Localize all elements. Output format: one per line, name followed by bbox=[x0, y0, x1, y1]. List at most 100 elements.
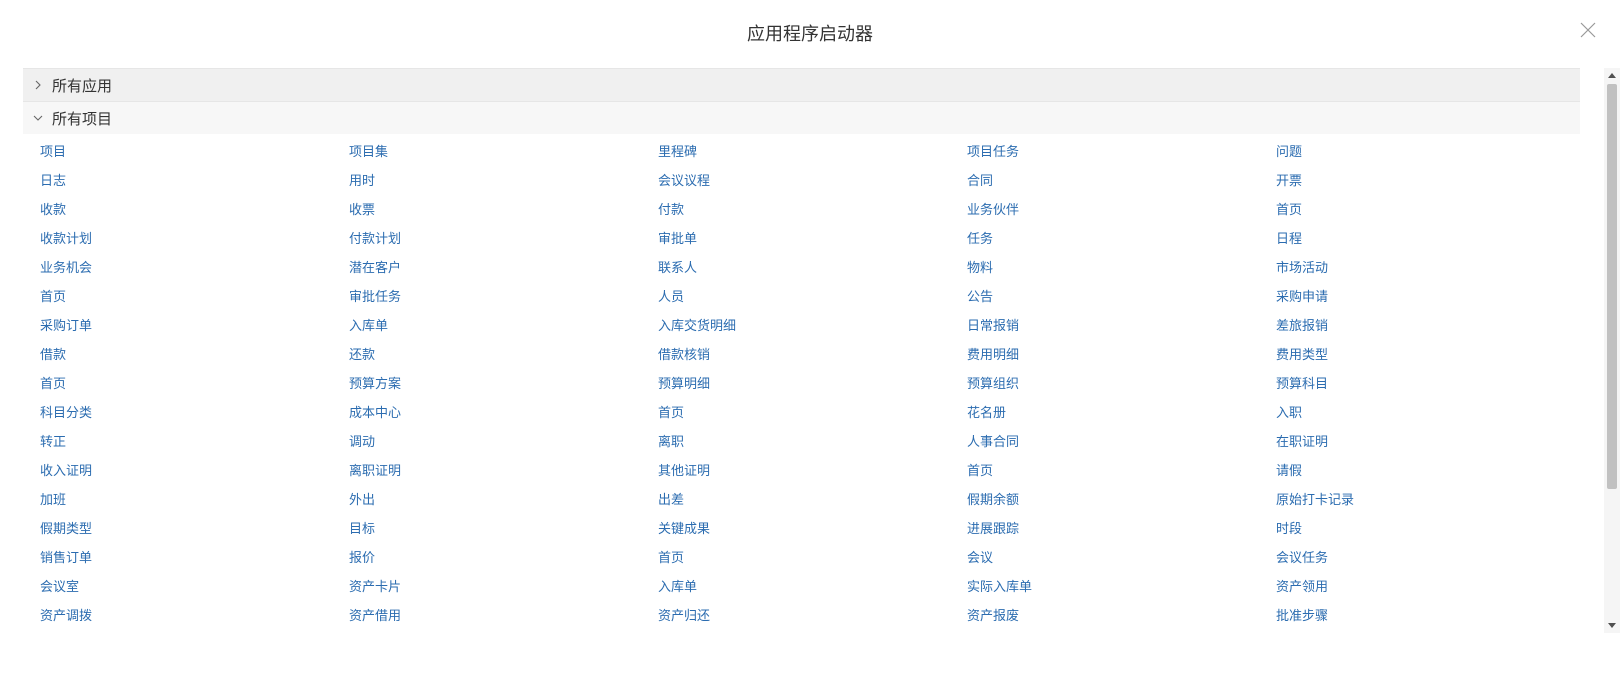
section-label-all-items: 所有项目 bbox=[52, 109, 113, 128]
launcher-item-link[interactable]: 首页 bbox=[658, 544, 967, 573]
launcher-item-link[interactable]: 外出 bbox=[349, 486, 658, 515]
launcher-item-link[interactable]: 会议 bbox=[967, 544, 1276, 573]
launcher-item-link[interactable]: 开票 bbox=[1276, 167, 1580, 196]
launcher-item-link[interactable]: 资产卡片 bbox=[349, 573, 658, 602]
launcher-item-link[interactable]: 问题 bbox=[1276, 138, 1580, 167]
launcher-item-link[interactable]: 付款计划 bbox=[349, 225, 658, 254]
launcher-item-link[interactable]: 业务伙伴 bbox=[967, 196, 1276, 225]
launcher-item-link[interactable]: 出差 bbox=[658, 486, 967, 515]
launcher-item-link[interactable]: 资产调拨 bbox=[40, 602, 349, 631]
scroll-up-arrow[interactable] bbox=[1604, 68, 1620, 82]
launcher-item-link[interactable]: 用时 bbox=[349, 167, 658, 196]
launcher-item-link[interactable]: 市场活动 bbox=[1276, 254, 1580, 283]
launcher-item-link[interactable]: 项目 bbox=[40, 138, 349, 167]
launcher-item-link[interactable]: 日志 bbox=[40, 167, 349, 196]
launcher-item-link[interactable]: 在职证明 bbox=[1276, 428, 1580, 457]
dialog-title: 应用程序启动器 bbox=[747, 24, 873, 45]
launcher-item-link[interactable]: 调动 bbox=[349, 428, 658, 457]
launcher-item-link[interactable]: 借款 bbox=[40, 341, 349, 370]
launcher-item-link[interactable]: 销售订单 bbox=[40, 544, 349, 573]
scrollbar-thumb[interactable] bbox=[1607, 84, 1617, 489]
launcher-item-link[interactable]: 公告 bbox=[967, 283, 1276, 312]
launcher-item-link[interactable]: 合同 bbox=[967, 167, 1276, 196]
launcher-item-link[interactable]: 预算明细 bbox=[658, 370, 967, 399]
launcher-item-link[interactable]: 潜在客户 bbox=[349, 254, 658, 283]
launcher-item-link[interactable]: 科目分类 bbox=[40, 399, 349, 428]
launcher-item-link[interactable]: 目标 bbox=[349, 515, 658, 544]
launcher-item-link[interactable]: 首页 bbox=[40, 370, 349, 399]
section-label-all-apps: 所有应用 bbox=[52, 76, 113, 95]
launcher-item-link[interactable]: 实际入库单 bbox=[967, 573, 1276, 602]
launcher-item-link[interactable]: 项目集 bbox=[349, 138, 658, 167]
launcher-item-link[interactable]: 花名册 bbox=[967, 399, 1276, 428]
launcher-item-link[interactable]: 请假 bbox=[1276, 457, 1580, 486]
launcher-item-link[interactable]: 任务 bbox=[967, 225, 1276, 254]
launcher-item-link[interactable]: 项目任务 bbox=[967, 138, 1276, 167]
launcher-item-link[interactable]: 进展跟踪 bbox=[967, 515, 1276, 544]
launcher-item-link[interactable]: 资产归还 bbox=[658, 602, 967, 631]
launcher-item-link[interactable]: 原始打卡记录 bbox=[1276, 486, 1580, 515]
close-icon bbox=[1578, 20, 1598, 40]
scroll-down-arrow[interactable] bbox=[1604, 619, 1620, 633]
vertical-scrollbar[interactable] bbox=[1604, 68, 1620, 633]
chevron-down-icon bbox=[32, 112, 44, 124]
launcher-item-link[interactable]: 入库单 bbox=[349, 312, 658, 341]
launcher-item-link[interactable]: 借款核销 bbox=[658, 341, 967, 370]
launcher-item-link[interactable]: 收票 bbox=[349, 196, 658, 225]
launcher-item-link[interactable]: 首页 bbox=[40, 283, 349, 312]
launcher-item-link[interactable]: 收款计划 bbox=[40, 225, 349, 254]
launcher-item-link[interactable]: 资产领用 bbox=[1276, 573, 1580, 602]
launcher-item-link[interactable]: 业务机会 bbox=[40, 254, 349, 283]
launcher-item-link[interactable]: 还款 bbox=[349, 341, 658, 370]
launcher-item-link[interactable]: 入库单 bbox=[658, 573, 967, 602]
launcher-item-link[interactable]: 首页 bbox=[967, 457, 1276, 486]
launcher-item-link[interactable]: 采购申请 bbox=[1276, 283, 1580, 312]
launcher-item-link[interactable]: 加班 bbox=[40, 486, 349, 515]
launcher-item-link[interactable]: 联系人 bbox=[658, 254, 967, 283]
launcher-item-link[interactable]: 人员 bbox=[658, 283, 967, 312]
launcher-item-link[interactable]: 付款 bbox=[658, 196, 967, 225]
launcher-item-link[interactable]: 资产报废 bbox=[967, 602, 1276, 631]
launcher-item-link[interactable]: 资产借用 bbox=[349, 602, 658, 631]
launcher-item-link[interactable]: 预算科目 bbox=[1276, 370, 1580, 399]
launcher-item-link[interactable]: 时段 bbox=[1276, 515, 1580, 544]
launcher-item-link[interactable]: 批准步骤 bbox=[1276, 602, 1580, 631]
launcher-item-link[interactable]: 离职 bbox=[658, 428, 967, 457]
launcher-item-link[interactable]: 假期类型 bbox=[40, 515, 349, 544]
launcher-item-link[interactable]: 里程碑 bbox=[658, 138, 967, 167]
launcher-item-link[interactable]: 物料 bbox=[967, 254, 1276, 283]
launcher-item-link[interactable]: 审批单 bbox=[658, 225, 967, 254]
launcher-item-link[interactable]: 差旅报销 bbox=[1276, 312, 1580, 341]
launcher-item-link[interactable]: 首页 bbox=[1276, 196, 1580, 225]
launcher-item-link[interactable]: 首页 bbox=[658, 399, 967, 428]
launcher-item-link[interactable]: 日程 bbox=[1276, 225, 1580, 254]
launcher-item-link[interactable]: 审批任务 bbox=[349, 283, 658, 312]
launcher-item-link[interactable]: 报价 bbox=[349, 544, 658, 573]
launcher-item-link[interactable]: 成本中心 bbox=[349, 399, 658, 428]
section-header-all-apps[interactable]: 所有应用 bbox=[23, 68, 1580, 101]
app-launcher-dialog: 应用程序启动器 所有应用 所有项目 项目 项目集 里程碑 项目任务 问题 日志 … bbox=[0, 0, 1620, 677]
launcher-item-link[interactable]: 费用类型 bbox=[1276, 341, 1580, 370]
launcher-item-link[interactable]: 人事合同 bbox=[967, 428, 1276, 457]
launcher-item-link[interactable]: 费用明细 bbox=[967, 341, 1276, 370]
close-button[interactable] bbox=[1578, 20, 1598, 40]
launcher-item-link[interactable]: 预算组织 bbox=[967, 370, 1276, 399]
launcher-body: 所有应用 所有项目 项目 项目集 里程碑 项目任务 问题日志 用时 会议议程 合同 开票收款 收票… bbox=[23, 68, 1580, 633]
launcher-item-link[interactable]: 日常报销 bbox=[967, 312, 1276, 341]
launcher-item-link[interactable]: 入职 bbox=[1276, 399, 1580, 428]
section-header-all-items[interactable]: 所有项目 bbox=[23, 101, 1580, 134]
launcher-item-link[interactable]: 采购订单 bbox=[40, 312, 349, 341]
launcher-item-link[interactable]: 其他证明 bbox=[658, 457, 967, 486]
launcher-item-link[interactable]: 会议任务 bbox=[1276, 544, 1580, 573]
launcher-item-link[interactable]: 入库交货明细 bbox=[658, 312, 967, 341]
launcher-item-link[interactable]: 收款 bbox=[40, 196, 349, 225]
launcher-item-link[interactable]: 会议室 bbox=[40, 573, 349, 602]
launcher-item-link[interactable]: 关键成果 bbox=[658, 515, 967, 544]
launcher-item-link[interactable]: 假期余额 bbox=[967, 486, 1276, 515]
launcher-item-link[interactable]: 转正 bbox=[40, 428, 349, 457]
chevron-right-icon bbox=[32, 79, 44, 91]
launcher-item-link[interactable]: 预算方案 bbox=[349, 370, 658, 399]
launcher-item-link[interactable]: 收入证明 bbox=[40, 457, 349, 486]
launcher-item-link[interactable]: 离职证明 bbox=[349, 457, 658, 486]
launcher-item-link[interactable]: 会议议程 bbox=[658, 167, 967, 196]
